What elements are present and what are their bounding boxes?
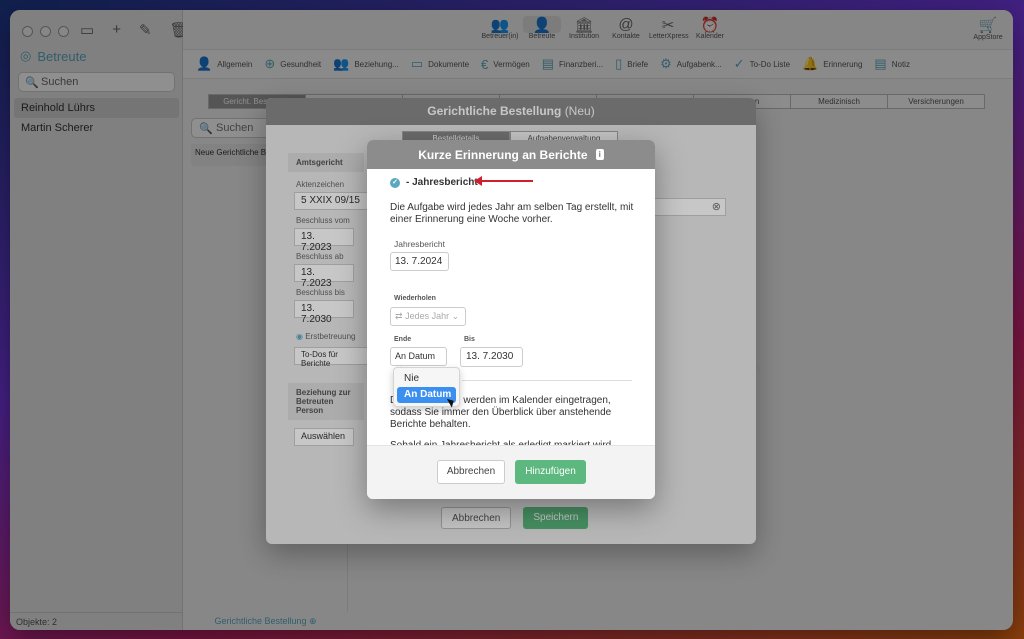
chevron-down-icon: ⌄ — [451, 311, 460, 321]
dialog-footer: Abbrechen Hinzufügen — [367, 445, 655, 499]
repeat-icon: ⇄ — [395, 311, 403, 321]
until-date[interactable]: 13. 7.2030 — [460, 347, 523, 367]
info-icon[interactable]: i — [595, 149, 604, 160]
field-label: Bis — [464, 336, 475, 343]
dialog-title: Kurze Erinnerung an Berichte i — [367, 140, 655, 169]
field-label: Wiederholen — [394, 295, 436, 302]
divider — [462, 380, 632, 381]
cancel-button[interactable]: Abbrechen — [437, 460, 505, 484]
jahresbericht-date[interactable]: 13. 7.2024 — [390, 252, 449, 271]
field-label: Jahresbericht — [394, 239, 446, 249]
add-button[interactable]: Hinzufügen — [515, 460, 586, 484]
end-select[interactable]: An Datum ⌄ — [390, 347, 447, 371]
jahresbericht-row[interactable]: ✓ - Jahresbericht — [390, 177, 478, 188]
check-icon: ✓ — [390, 177, 400, 188]
repeat-select: ⇄ Jedes Jahr ⌄ — [390, 307, 466, 326]
menu-item-nie[interactable]: Nie — [397, 371, 456, 387]
description: Die Aufgabe wird jedes Jahr am selben Ta… — [390, 202, 634, 225]
reminder-dialog: Kurze Erinnerung an Berichte i ✓ - Jahresb… — [367, 140, 655, 499]
red-arrow-icon — [474, 176, 533, 186]
field-label: Ende — [394, 336, 412, 343]
